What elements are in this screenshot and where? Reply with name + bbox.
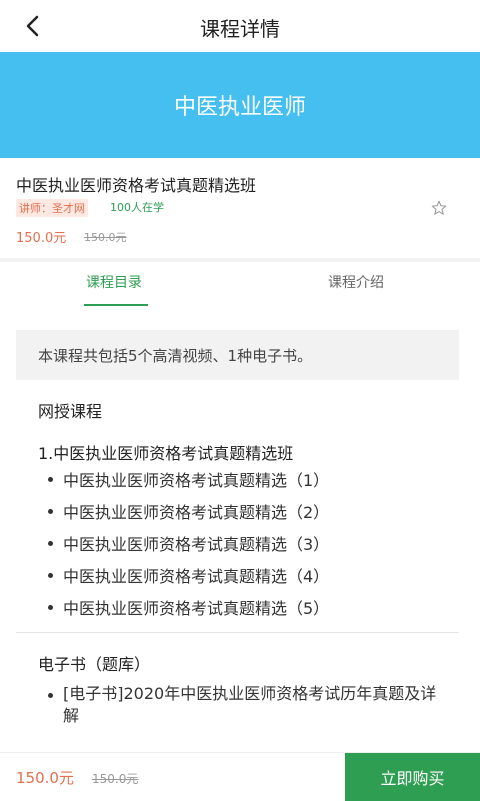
catalog-summary: 本课程共包括5个高清视频、1种电子书。 (16, 330, 459, 380)
top-bar: 课程详情 (0, 0, 480, 52)
bullet-icon (48, 693, 53, 698)
teacher-badge: 讲师：圣才网 (16, 199, 88, 217)
lesson-item[interactable]: 中医执业医师资格考试真题精选（1） (48, 467, 329, 491)
bullet-icon (48, 540, 53, 546)
lesson-label: 中医执业医师资格考试真题精选（2） (63, 503, 330, 522)
lesson-item[interactable]: 中医执业医师资格考试真题精选（5） (48, 595, 329, 619)
bullet-icon (48, 572, 53, 578)
course-info: 中医执业医师资格考试真题精选班 讲师：圣才网 100人在学 150.0元 150… (0, 158, 480, 258)
bottom-price: 150.0元 (16, 769, 74, 787)
active-tab-indicator (84, 304, 148, 306)
banner-text: 中医执业医师 (173, 95, 306, 120)
lesson-item[interactable]: 中医执业医师资格考试真题精选（2） (48, 499, 329, 523)
bottom-original-price: 150.0元 (92, 772, 139, 786)
bullet-icon (48, 476, 53, 482)
ebook-label: [电子书]2020年中医执业医师资格考试历年真题及详解 (63, 684, 437, 725)
ebook-section-title: 电子书（题库） (38, 655, 151, 674)
lesson-label: 中医执业医师资格考试真题精选（1） (63, 471, 330, 490)
lesson-item[interactable]: 中医执业医师资格考试真题精选（3） (48, 531, 329, 555)
course-chapter-title: 1.中医执业医师资格考试真题精选班 (38, 444, 294, 463)
online-section-title: 网授课程 (38, 402, 103, 421)
bullet-icon (48, 604, 53, 610)
course-original-price: 150.0元 (84, 231, 127, 244)
lesson-item[interactable]: 中医执业医师资格考试真题精选（4） (48, 563, 329, 587)
ebook-item[interactable]: [电子书]2020年中医执业医师资格考试历年真题及详解 (48, 683, 448, 727)
lesson-label: 中医执业医师资格考试真题精选（4） (63, 567, 330, 586)
tab-bar: 课程目录 课程介绍 (0, 262, 480, 310)
bullet-icon (48, 508, 53, 514)
tab-catalog[interactable]: 课程目录 (86, 272, 142, 292)
bottom-bar: 150.0元 150.0元 立即购买 (0, 752, 480, 801)
course-name: 中医执业医师资格考试真题精选班 (16, 176, 257, 195)
buy-now-button[interactable]: 立即购买 (345, 753, 480, 801)
lesson-label: 中医执业医师资格考试真题精选（5） (63, 599, 330, 618)
course-price: 150.0元 (16, 231, 67, 246)
tab-introduction[interactable]: 课程介绍 (328, 272, 384, 292)
star-icon[interactable] (430, 199, 448, 217)
divider (16, 632, 459, 633)
page-title: 课程详情 (200, 17, 280, 41)
course-banner: 中医执业医师 (0, 52, 480, 158)
learner-count: 100人在学 (110, 201, 164, 214)
lesson-label: 中医执业医师资格考试真题精选（3） (63, 535, 330, 554)
summary-text: 本课程共包括5个高清视频、1种电子书。 (38, 346, 313, 365)
